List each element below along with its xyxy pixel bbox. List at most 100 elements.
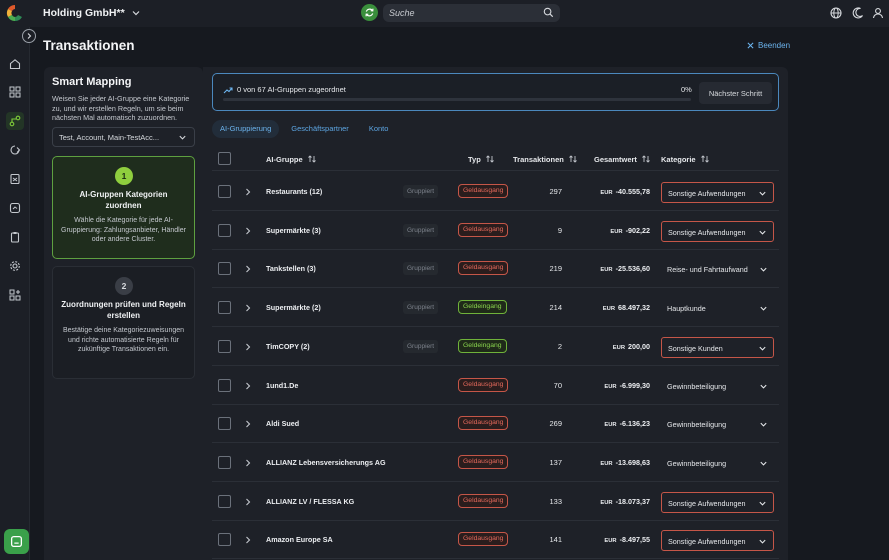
row-checkbox[interactable] xyxy=(218,301,231,315)
row-checkbox[interactable] xyxy=(218,533,231,547)
chevron-right-icon[interactable] xyxy=(244,419,252,429)
category-select[interactable]: Sonstige Aufwendungen xyxy=(661,182,774,203)
row-checkbox[interactable] xyxy=(218,339,231,353)
tab-business-partner[interactable]: Geschäftspartner xyxy=(283,120,357,138)
sidebar-item-payments[interactable] xyxy=(6,141,24,159)
currency: EUR xyxy=(600,499,613,506)
row-checkbox[interactable] xyxy=(218,185,231,198)
app-logo-icon[interactable] xyxy=(5,3,25,23)
chevron-right-icon[interactable] xyxy=(244,342,252,352)
trend-up-icon xyxy=(223,87,233,94)
tab-account[interactable]: Konto xyxy=(361,120,397,138)
table-row[interactable]: ALLIANZ LV / FLESSA KG Geldausgang 133 EUR -… xyxy=(212,483,779,521)
globe-icon[interactable] xyxy=(830,7,842,19)
column-header-total[interactable]: Gesamtwert xyxy=(594,154,651,164)
close-button[interactable]: Beenden xyxy=(747,41,790,50)
progress-percent: 0% xyxy=(681,85,692,94)
sidebar-item-settings[interactable] xyxy=(6,257,24,275)
column-header-category[interactable]: Kategorie xyxy=(661,154,710,164)
user-icon[interactable] xyxy=(872,7,884,19)
row-checkbox[interactable] xyxy=(218,417,231,431)
smart-mapping-description: Weisen Sie jeder AI-Gruppe eine Kategori… xyxy=(52,94,190,123)
table-row[interactable]: Supermärkte (2) Gruppiert Geldeingang 214 EU… xyxy=(212,289,779,328)
column-header-transactions[interactable]: Transaktionen xyxy=(513,154,578,164)
row-checkbox[interactable] xyxy=(218,223,231,237)
sidebar-item-home[interactable] xyxy=(6,55,24,73)
table-row[interactable]: ALLIANZ Lebensversicherungs AG Geldausgan… xyxy=(212,444,779,482)
next-step-button[interactable]: Nächster Schritt xyxy=(699,82,772,104)
search-icon[interactable] xyxy=(543,7,554,18)
chevron-right-icon[interactable] xyxy=(244,381,252,391)
step-card-1[interactable]: 1 AI-Gruppen Kategorien zuordnen Wähle d… xyxy=(52,156,195,259)
sidebar-item-analytics[interactable] xyxy=(6,199,24,217)
type-badge: Geldeingang xyxy=(458,300,507,315)
table-header: AI-Gruppe Typ Transaktionen Gesamtwert K… xyxy=(212,149,779,171)
category-select[interactable]: Hauptkunde xyxy=(661,298,774,319)
column-label: Kategorie xyxy=(661,154,696,164)
column-label: AI-Gruppe xyxy=(266,154,303,164)
category-value: Sonstige Aufwendungen xyxy=(668,498,746,508)
table-row[interactable]: Aldi Sued Geldausgang 269 EUR -6.136,23 Gewin… xyxy=(212,405,779,444)
category-select[interactable]: Gewinnbeteiligung xyxy=(661,376,774,397)
category-select[interactable]: Sonstige Kunden xyxy=(661,336,774,358)
step-description: Bestätige deine Kategoriezuweisungen und… xyxy=(62,327,185,353)
table-row[interactable]: Restaurants (12) Gruppiert Geldausgang 297 E… xyxy=(212,173,779,211)
table-row[interactable]: Tankstellen (3) Gruppiert Geldausgang 219 EU… xyxy=(212,250,779,289)
grouped-badge: Gruppiert xyxy=(403,301,439,315)
category-select[interactable]: Sonstige Aufwendungen xyxy=(661,530,774,552)
type-badge: Geldausgang xyxy=(458,416,509,431)
chevron-right-icon[interactable] xyxy=(244,226,252,236)
amount-value: -18.073,37 xyxy=(615,496,650,506)
column-label: Gesamtwert xyxy=(594,154,637,164)
search-input[interactable] xyxy=(389,6,539,20)
sort-icon xyxy=(642,155,650,163)
chevron-right-icon[interactable] xyxy=(244,303,252,313)
chat-button[interactable] xyxy=(4,529,29,554)
table-row[interactable]: Supermärkte (3) Gruppiert Geldausgang 9 EUR -… xyxy=(212,212,779,250)
moon-icon[interactable] xyxy=(852,7,864,19)
total-amount: EUR -13.698,63 xyxy=(580,458,650,467)
column-header-type[interactable]: Typ xyxy=(468,154,495,164)
column-header-group[interactable]: AI-Gruppe xyxy=(266,154,317,164)
sidebar-item-dashboard[interactable] xyxy=(6,83,24,101)
chevron-right-icon[interactable] xyxy=(244,187,252,197)
chevron-right-icon[interactable] xyxy=(244,497,252,507)
sidebar-toggle-button[interactable] xyxy=(22,29,36,43)
category-select[interactable]: Gewinnbeteiligung xyxy=(661,453,774,474)
select-all-checkbox[interactable] xyxy=(218,152,231,165)
sidebar-item-documents[interactable] xyxy=(6,170,24,188)
account-select[interactable]: Test, Account, Main-TestAcc... xyxy=(52,127,195,147)
tab-ai-grouping[interactable]: AI-Gruppierung xyxy=(212,120,280,138)
step-description: Wähle die Kategorie für jede AI-Gruppier… xyxy=(61,217,186,243)
chevron-right-icon[interactable] xyxy=(244,535,252,545)
sidebar-item-apps[interactable] xyxy=(6,286,24,304)
currency: EUR xyxy=(604,422,617,429)
transaction-count: 141 xyxy=(549,535,562,545)
sort-icon xyxy=(569,155,577,163)
category-select[interactable]: Sonstige Aufwendungen xyxy=(661,220,774,242)
amount-value: 68.497,32 xyxy=(618,303,650,313)
sidebar-item-transactions[interactable] xyxy=(6,112,24,130)
row-checkbox[interactable] xyxy=(218,494,231,508)
amount-value: -25.536,60 xyxy=(615,264,650,274)
category-select[interactable]: Sonstige Aufwendungen xyxy=(661,491,774,513)
total-amount: EUR -6.999,30 xyxy=(580,381,650,390)
table-row[interactable]: TimCOPY (2) Gruppiert Geldeingang 2 EUR 200,0… xyxy=(212,328,779,366)
currency: EUR xyxy=(610,228,623,235)
category-select[interactable]: Reise- und Fahrtaufwand xyxy=(661,259,774,280)
group-name: Amazon Europe SA xyxy=(266,535,333,545)
row-checkbox[interactable] xyxy=(218,378,231,392)
chevron-right-icon[interactable] xyxy=(244,458,252,468)
chevron-right-icon[interactable] xyxy=(244,264,252,274)
sidebar-item-clipboard[interactable] xyxy=(6,228,24,246)
company-switcher[interactable]: Holding GmbH** xyxy=(43,7,141,19)
table-row[interactable]: Amazon Europe SA Geldausgang 141 EUR -8.497,… xyxy=(212,521,779,560)
category-select[interactable]: Gewinnbeteiligung xyxy=(661,414,774,435)
sync-icon[interactable] xyxy=(361,4,378,21)
row-checkbox[interactable] xyxy=(218,455,231,469)
settings-icon xyxy=(10,261,20,271)
step-title: Zuordnungen prüfen und Regeln erstellen xyxy=(61,300,186,320)
row-checkbox[interactable] xyxy=(218,262,231,276)
table-row[interactable]: 1und1.De Geldausgang 70 EUR -6.999,30 Gewinnb… xyxy=(212,367,779,405)
step-card-2[interactable]: 2 Zuordnungen prüfen und Regeln erstelle… xyxy=(52,266,195,379)
